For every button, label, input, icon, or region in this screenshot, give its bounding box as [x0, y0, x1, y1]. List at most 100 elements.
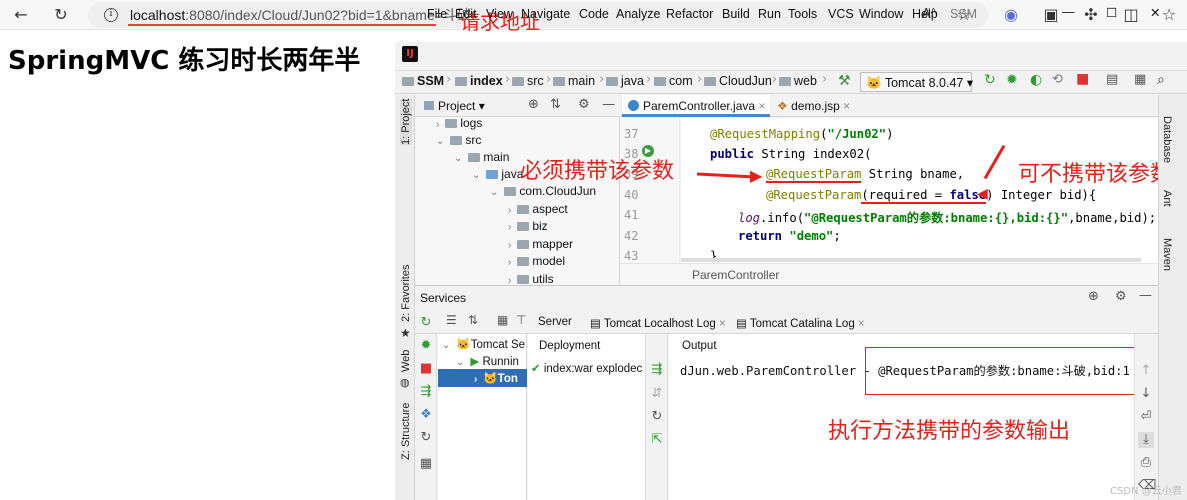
attach-icon[interactable]: ❖ [418, 407, 434, 423]
menu-help[interactable]: Help [912, 7, 938, 21]
crumb-index[interactable]: index [455, 74, 503, 88]
stop-icon[interactable]: ■ [1076, 71, 1089, 87]
collapse-all-icon[interactable]: ⇅ [468, 313, 478, 327]
print-icon[interactable]: ⎙ [1138, 455, 1154, 471]
stop-icon[interactable]: ■ [418, 361, 434, 377]
tool-window-ant[interactable]: Ant [1161, 190, 1173, 207]
info-icon[interactable]: i [104, 8, 118, 22]
gear-icon[interactable]: ⚙ [578, 97, 590, 112]
menu-window[interactable]: Window [859, 7, 903, 21]
crumb-com[interactable]: com [654, 74, 693, 88]
close-tab-icon[interactable]: × [858, 318, 865, 330]
tree-item-logs[interactable]: › logs [436, 116, 482, 130]
service-running[interactable]: ⌄ ▶ Runnin [456, 354, 519, 368]
tree-item-com-cloudjun[interactable]: ⌄ com.CloudJun [490, 184, 596, 198]
tab-server[interactable]: Server [538, 316, 572, 328]
menu-edit[interactable]: Edit [455, 7, 477, 21]
menu-navigate[interactable]: Navigate [521, 7, 570, 21]
undeploy-icon[interactable]: ⇵ [649, 386, 665, 402]
crumb-cloudjun[interactable]: CloudJun [704, 74, 772, 88]
hide-icon[interactable]: — [602, 97, 615, 112]
tab-localhost-log[interactable]: ▤ Tomcat Localhost Log × [590, 316, 726, 330]
deployment-item[interactable]: ✔ index:war explodec [531, 361, 642, 375]
tree-item-src[interactable]: ⌄ src [436, 133, 481, 147]
menu-vcs[interactable]: VCS [828, 7, 854, 21]
refresh-icon[interactable]: ↻ [649, 409, 665, 425]
expand-all-icon[interactable]: ☰ [446, 313, 457, 327]
minimize-button[interactable]: — [1062, 5, 1075, 19]
maximize-button[interactable]: ☐ [1106, 5, 1117, 20]
tree-item-model[interactable]: › model [508, 254, 565, 268]
close-tab-icon[interactable]: × [719, 318, 726, 330]
tab-demo-jsp[interactable]: ❖ demo.jsp × [777, 99, 850, 113]
tool-window-maven[interactable]: Maven [1161, 238, 1173, 271]
menu-analyze[interactable]: Analyze [616, 7, 660, 21]
editor-breadcrumb[interactable]: ParemController [692, 268, 779, 282]
hide-icon[interactable]: — [1139, 288, 1152, 303]
tool-window-database[interactable]: Database [1161, 116, 1173, 163]
favorites-bar-icon[interactable]: ☆ [1158, 4, 1180, 26]
collapse-icon[interactable]: ⇅ [550, 97, 561, 112]
hammer-icon[interactable]: ⚒ [838, 73, 851, 89]
menu-run[interactable]: Run [758, 7, 781, 21]
close-tab-icon[interactable]: × [758, 99, 765, 113]
url-text[interactable]: localhost:8080/index/Cloud/Jun02?bid=1&b… [130, 5, 471, 25]
back-icon[interactable]: ← [10, 4, 32, 26]
sdk-icon[interactable]: ▦ [1134, 72, 1146, 87]
tool-window-project[interactable]: 1: Project [400, 98, 412, 145]
close-button[interactable]: ✕ [1150, 5, 1160, 20]
tool-window-structure[interactable]: Z: Structure [400, 403, 412, 460]
add-service-icon[interactable]: ⊕ [1088, 289, 1099, 304]
rerun-icon[interactable]: ↻ [984, 72, 996, 88]
collections-icon[interactable]: ▣ [1040, 4, 1062, 26]
debug-icon[interactable]: ✹ [1006, 72, 1018, 88]
debug-icon[interactable]: ✹ [418, 338, 434, 354]
horizontal-scrollbar[interactable] [681, 258, 1141, 262]
filter-icon[interactable]: ⊤ [516, 313, 526, 327]
crumb-java[interactable]: java [606, 74, 644, 88]
service-tomcat[interactable]: ⌄ 🐱Tomcat Se [442, 337, 525, 351]
layout-icon[interactable]: ▦ [418, 456, 434, 472]
project-view-select[interactable]: Project ▾ [424, 99, 485, 113]
tab-catalina-log[interactable]: ▤ Tomcat Catalina Log × [736, 316, 865, 330]
close-tab-icon[interactable]: × [843, 99, 850, 113]
tool-window-web[interactable]: Web [400, 350, 412, 372]
deploy-icon[interactable]: ⇶ [418, 384, 434, 400]
menu-refactor[interactable]: Refactor [666, 7, 713, 21]
project-structure-icon[interactable]: ▤ [1106, 72, 1118, 87]
group-icon[interactable]: ▦ [497, 313, 508, 327]
crumb-src[interactable]: src [512, 74, 544, 88]
search-icon[interactable]: ⌕ [1157, 72, 1165, 88]
gear-icon[interactable]: ⚙ [1115, 289, 1127, 304]
menu-tools[interactable]: Tools [788, 7, 817, 21]
crumb-main[interactable]: main [553, 74, 595, 88]
refresh-icon[interactable]: ↻ [418, 430, 434, 446]
scroll-down-icon[interactable]: ↓ [1138, 386, 1154, 402]
tree-item-biz[interactable]: › biz [508, 219, 548, 233]
redeploy-icon[interactable]: ⇱ [649, 432, 665, 448]
refresh-icon[interactable]: ↻ [50, 4, 72, 26]
tool-window-favorites[interactable]: 2: Favorites [400, 265, 412, 322]
puzzle-icon[interactable]: ✣ [1080, 4, 1102, 26]
profile-icon[interactable]: ⟲ [1052, 72, 1063, 87]
deploy-icon[interactable]: ⇶ [649, 362, 665, 378]
locate-icon[interactable]: ⊕ [528, 97, 539, 112]
menu-file[interactable]: File [427, 7, 447, 21]
menu-code[interactable]: Code [579, 7, 609, 21]
coverage-icon[interactable]: ◐ [1030, 72, 1042, 88]
scroll-up-icon[interactable]: ↑ [1138, 363, 1154, 379]
tree-item-aspect[interactable]: › aspect [508, 202, 568, 216]
soft-wrap-icon[interactable]: ⏎ [1138, 409, 1154, 425]
menu-build[interactable]: Build [722, 7, 750, 21]
tree-item-mapper[interactable]: › mapper [508, 237, 573, 251]
tree-item-java[interactable]: ⌄ java [472, 167, 523, 181]
rerun-icon[interactable]: ↻ [418, 315, 434, 331]
scroll-to-end-icon[interactable]: ⤓ [1138, 432, 1154, 448]
tree-item-utils[interactable]: › utils [508, 272, 554, 286]
extension-icon[interactable]: ◉ [1000, 4, 1022, 26]
tree-item-main[interactable]: ⌄ main [454, 150, 509, 164]
crumb-ssm[interactable]: SSM [402, 74, 444, 88]
service-tomcat-instance[interactable]: › 🐱Ton [474, 371, 518, 385]
crumb-web[interactable]: web [779, 74, 817, 88]
menu-view[interactable]: View [486, 7, 513, 21]
